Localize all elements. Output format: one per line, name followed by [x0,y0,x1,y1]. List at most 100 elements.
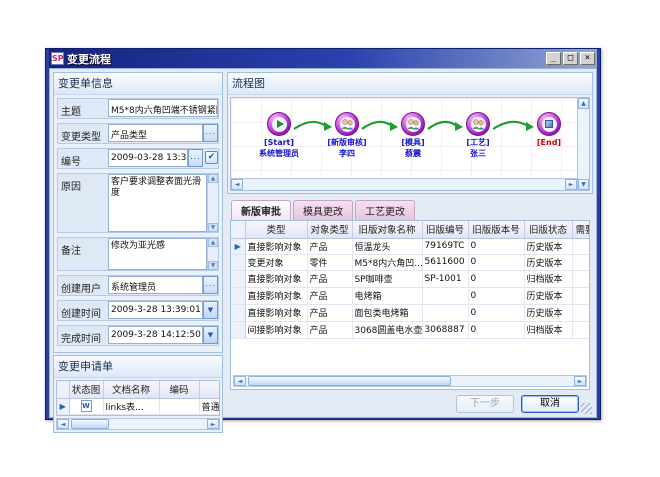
tab-工艺更改[interactable]: 工艺更改 [355,200,415,220]
detail-cell: 产品 [307,270,352,287]
checkbox-unchecked[interactable] [589,306,590,318]
flow-vscrollbar[interactable]: ▲ ▼ [577,98,589,190]
change-request-title: 变更申请单 [54,356,222,378]
detail-cell: 0 [468,304,524,321]
scroll-up-icon[interactable]: ▲ [208,238,218,247]
request-table-hscrollbar[interactable]: ◄ ► [56,418,220,430]
scroll-down-icon[interactable]: ▼ [208,223,218,232]
flow-hscrollbar[interactable]: ◄ ► [231,178,577,190]
detail-cell: 产品 [307,304,352,321]
field-textarea[interactable]: 客户要求调整表面光滑度 [108,174,207,232]
detail-grid-body[interactable]: 类型对象类型旧版对象名称旧版编号旧版版本号旧版状态需要升版新版▶直接影响对象产品… [231,221,589,373]
detail-grid: 类型对象类型旧版对象名称旧版编号旧版版本号旧版状态需要升版新版▶直接影响对象产品… [230,220,590,390]
dialog-body: 变更单信息 主题M5*8内六角凹端不锈钢紧固螺钉变更类型产品类型...编号200… [49,68,597,418]
maximize-button[interactable]: □ [563,52,578,65]
checkbox-unchecked[interactable] [589,289,590,301]
footer-bar: 下一步 取消 [53,390,593,414]
field-row-picker-check: 编号2009-03-28 13:39:01...✔ [57,148,219,169]
field-input[interactable]: 2009-03-28 13:39:01 [108,149,188,167]
field-input[interactable]: 产品类型 [108,124,203,142]
scroll-down-icon[interactable]: ▼ [208,261,218,270]
detail-cell: 0 [468,287,524,304]
resize-grip[interactable] [581,403,592,414]
detail-cell: 历史版本 [524,238,572,254]
detail-row[interactable]: 直接影响对象产品面包类电烤箱0历史版本 [231,304,589,321]
checkbox-checked[interactable]: ✔ [205,151,218,164]
scroll-up-icon[interactable]: ▲ [208,174,218,183]
detail-cell: 直接影响对象 [245,304,307,321]
detail-cell: 产品 [307,287,352,304]
scroll-down-icon[interactable]: ▼ [578,179,589,190]
field-label: 备注 [58,238,108,270]
flow-detail-column: 流程图 [Start]系统管理员[新版审核]李四[模具]蔡震[工艺]张三[End… [227,72,593,390]
scroll-left-icon[interactable]: ◄ [234,376,246,386]
minimize-button[interactable]: _ [546,52,561,65]
scroll-right-icon[interactable]: ► [565,179,577,190]
textarea-scrollbar[interactable]: ▲▼ [207,174,218,232]
detail-col-header: 旧版状态 [524,221,572,238]
detail-hscrollbar[interactable]: ◄ ► [233,375,587,387]
detail-cell: 电烤箱 [352,287,422,304]
stop-icon [545,120,553,128]
detail-row[interactable]: 直接影响对象产品SP咖啡壶SP-10010归档版本SP咖 [231,270,589,287]
field-row-textarea: 原因客户要求调整表面光滑度▲▼ [57,173,219,233]
detail-cell: 直接影响对象 [245,238,307,254]
detail-cell: 面包类电烤箱 [352,304,422,321]
tab-新版审批[interactable]: 新版审批 [231,200,291,220]
detail-cell [422,304,468,321]
next-button[interactable]: 下一步 [456,395,514,413]
checkbox-unchecked[interactable] [589,323,590,335]
cancel-button[interactable]: 取消 [521,395,579,413]
flow-node-label: [模具] [378,138,448,147]
flow-chart-canvas[interactable]: [Start]系统管理员[新版审核]李四[模具]蔡震[工艺]张三[End] [231,98,577,178]
scroll-left-icon[interactable]: ◄ [57,419,69,429]
field-label: 编号 [58,149,108,168]
ellipsis-button[interactable]: ... [203,124,218,142]
detail-cell: 3068圆盖电水壶 [352,321,422,338]
change-process-dialog: SP 变更流程 _ □ × 变更单信息 主题M5*8内六角凹端不锈钢紧固螺钉变更… [45,48,601,420]
window-title: 变更流程 [67,51,544,67]
row-pointer [231,287,245,304]
scroll-left-icon[interactable]: ◄ [231,179,243,190]
detail-cell: 历史版本 [524,287,572,304]
field-input[interactable]: 系统管理员 [108,276,203,294]
checkbox-checked[interactable]: ✔ [589,241,590,253]
field-input[interactable]: 2009-3-28 13:39:01 [108,301,203,319]
row-pointer [231,304,245,321]
field-input[interactable]: M5*8内六角凹端不锈钢紧固螺钉 [108,99,218,117]
flow-node-end[interactable]: [End] [514,112,577,147]
detail-cell: 0 [468,270,524,287]
dropdown-button[interactable]: ▼ [203,326,218,344]
detail-cell: 3068887 [422,321,468,338]
detail-cell: 间接影响对象 [245,321,307,338]
detail-cell: 产品 [307,238,352,254]
field-input[interactable]: 2009-3-28 14:12:50 [108,326,203,344]
field-label: 创建时间 [58,301,108,320]
dropdown-button[interactable]: ▼ [203,301,218,319]
ellipsis-button[interactable]: ... [203,276,218,294]
detail-row[interactable]: 变更对象零件M5*8内六角凹...56116000历史版本✔M5*8 [231,254,589,270]
flow-node-label: [Start] [244,138,314,147]
checkbox-unchecked[interactable] [589,272,590,284]
textarea-scrollbar[interactable]: ▲▼ [207,238,218,270]
close-button[interactable]: × [580,52,595,65]
detail-cell: 历史版本 [524,254,572,270]
scroll-right-icon[interactable]: ► [207,419,219,429]
flow-node-person: 李四 [312,149,382,158]
flow-node-person: 系统管理员 [244,149,314,158]
detail-row[interactable]: 间接影响对象产品3068圆盖电水壶30688870归档版本 [231,321,589,338]
detail-row[interactable]: 直接影响对象产品电烤箱0历史版本 [231,287,589,304]
tab-模具更改[interactable]: 模具更改 [293,200,353,220]
scroll-right-icon[interactable]: ► [574,376,586,386]
detail-cell [422,287,468,304]
detail-row[interactable]: ▶直接影响对象产品恒温龙头79169TC0历史版本✔ [231,238,589,254]
detail-cell: 零件 [307,254,352,270]
field-row-picker: 变更类型产品类型... [57,123,219,144]
field-textarea[interactable]: 修改为亚光感 [108,238,207,270]
field-row-picker: 创建用户系统管理员... [57,275,219,296]
titlebar[interactable]: SP 变更流程 _ □ × [49,49,597,68]
checkbox-checked[interactable]: ✔ [589,257,590,269]
detail-cell: M5*8内六角凹... [352,254,422,270]
ellipsis-button[interactable]: ... [188,149,203,167]
scroll-up-icon[interactable]: ▲ [578,98,589,109]
